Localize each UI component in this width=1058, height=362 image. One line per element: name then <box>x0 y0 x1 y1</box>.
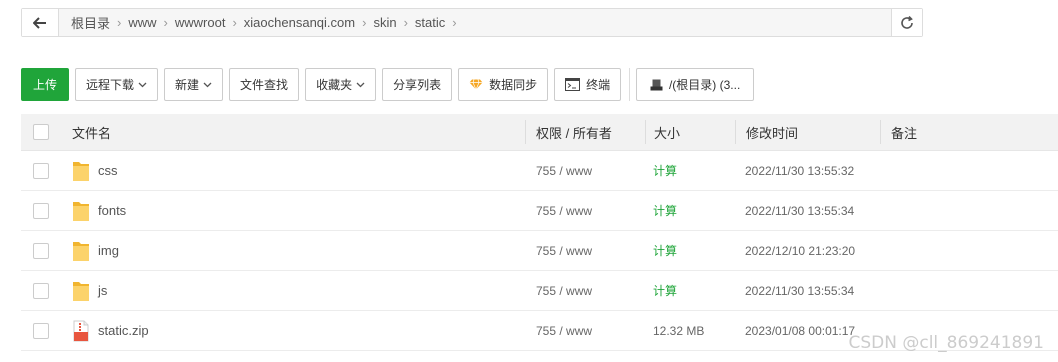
row-checkbox-cell <box>21 282 61 299</box>
disk-icon <box>650 79 663 91</box>
folder-icon <box>72 200 90 222</box>
header-perm[interactable]: 权限 / 所有者 <box>525 120 645 144</box>
row-checkbox[interactable] <box>33 282 49 299</box>
time-cell: 2022/11/30 13:55:34 <box>745 203 855 218</box>
row-checkbox[interactable] <box>33 322 49 339</box>
time-cell: 2022/11/30 13:55:32 <box>745 163 855 178</box>
row-checkbox-cell <box>21 202 61 219</box>
file-name[interactable]: js <box>98 283 107 298</box>
table-header: 文件名 权限 / 所有者 大小 修改时间 备注 <box>21 114 1058 151</box>
breadcrumb-item-root[interactable]: 根目录 <box>65 9 116 36</box>
time-cell: 2022/12/10 21:23:20 <box>745 243 856 258</box>
table-row[interactable]: fonts 755 / www 计算 2022/11/30 13:55:34 <box>21 191 1058 231</box>
table-row[interactable]: img 755 / www 计算 2022/12/10 21:23:20 <box>21 231 1058 271</box>
chevron-down-icon <box>356 82 365 88</box>
breadcrumb-item-www[interactable]: www <box>122 9 162 36</box>
diamond-icon <box>469 79 483 90</box>
chevron-right-icon: › <box>452 15 457 30</box>
calc-size-link[interactable]: 计算 <box>653 204 677 218</box>
row-checkbox[interactable] <box>33 202 49 219</box>
time-cell: 2022/11/30 13:55:34 <box>745 283 855 298</box>
perm-cell[interactable]: 755 / www <box>525 284 645 298</box>
folder-icon <box>72 240 90 262</box>
refresh-icon <box>901 15 913 29</box>
perm-cell[interactable]: 755 / www <box>525 164 645 178</box>
new-label: 新建 <box>175 78 200 92</box>
name-cell: fonts <box>61 200 525 222</box>
header-size[interactable]: 大小 <box>645 120 735 144</box>
toolbar-divider <box>629 68 631 101</box>
size-cell: 计算 <box>645 282 735 299</box>
perm-cell[interactable]: 755 / www <box>525 204 645 218</box>
name-cell: img <box>61 240 525 262</box>
row-checkbox-cell <box>21 242 61 259</box>
name-cell: css <box>61 160 525 182</box>
header-name[interactable]: 文件名 <box>61 123 525 142</box>
size-cell: 计算 <box>645 162 735 179</box>
table-row[interactable]: js 755 / www 计算 2022/11/30 13:55:34 <box>21 271 1058 311</box>
chevron-down-icon <box>203 82 212 88</box>
breadcrumb-item-site[interactable]: xiaochensanqi.com <box>238 9 361 36</box>
breadcrumb-item-static[interactable]: static <box>409 9 451 36</box>
terminal-icon <box>565 78 581 91</box>
favorites-button[interactable]: 收藏夹 <box>305 68 377 101</box>
path-bar: 根目录 › www › wwwroot › xiaochensanqi.com … <box>21 8 923 37</box>
file-table: 文件名 权限 / 所有者 大小 修改时间 备注 css 755 / www 计算… <box>21 114 1058 351</box>
toolbar: 上传 远程下载 新建 文件查找 收藏夹 分享列表 数据同步 终端 /(根目录) … <box>21 68 760 101</box>
file-name[interactable]: fonts <box>98 203 126 218</box>
table-row[interactable]: css 755 / www 计算 2022/11/30 13:55:32 <box>21 151 1058 191</box>
new-button[interactable]: 新建 <box>164 68 224 101</box>
share-list-button[interactable]: 分享列表 <box>382 68 453 101</box>
row-checkbox-cell <box>21 162 61 179</box>
remote-download-button[interactable]: 远程下载 <box>75 68 159 101</box>
zip-file-icon <box>72 320 90 342</box>
name-cell: js <box>61 280 525 302</box>
row-checkbox-cell <box>21 322 61 339</box>
calc-size-link[interactable]: 计算 <box>653 284 677 298</box>
row-checkbox[interactable] <box>33 242 49 259</box>
size-cell: 计算 <box>645 202 735 219</box>
watermark: CSDN @cll_869241891 <box>848 333 1044 353</box>
select-all-cell <box>21 124 61 140</box>
file-name[interactable]: css <box>98 163 118 178</box>
name-cell: static.zip <box>61 320 525 342</box>
file-name[interactable]: img <box>98 243 119 258</box>
breadcrumb-item-wwwroot[interactable]: wwwroot <box>169 9 232 36</box>
folder-icon <box>72 280 90 302</box>
row-checkbox[interactable] <box>33 162 49 179</box>
chevron-down-icon <box>138 82 147 88</box>
select-all-checkbox[interactable] <box>33 124 49 140</box>
file-name[interactable]: static.zip <box>98 323 149 338</box>
arrow-left-icon <box>33 16 46 29</box>
remote-download-label: 远程下载 <box>86 78 135 92</box>
calc-size-link[interactable]: 计算 <box>653 244 677 258</box>
terminal-button[interactable]: 终端 <box>554 68 622 101</box>
size-cell: 12.32 MB <box>653 323 705 338</box>
folder-icon <box>72 160 90 182</box>
upload-button[interactable]: 上传 <box>21 68 70 101</box>
header-time[interactable]: 修改时间 <box>735 120 880 144</box>
perm-cell[interactable]: 755 / www <box>525 244 645 258</box>
calc-size-link[interactable]: 计算 <box>653 164 677 178</box>
file-search-button[interactable]: 文件查找 <box>229 68 300 101</box>
perm-cell[interactable]: 755 / www <box>525 324 645 338</box>
size-cell: 计算 <box>645 242 735 259</box>
disk-label: /(根目录) (3... <box>668 78 741 92</box>
data-sync-button[interactable]: 数据同步 <box>458 68 549 101</box>
breadcrumb: 根目录 › www › wwwroot › xiaochensanqi.com … <box>59 9 891 36</box>
data-sync-label: 数据同步 <box>489 78 538 92</box>
favorites-label: 收藏夹 <box>316 78 353 92</box>
breadcrumb-item-skin[interactable]: skin <box>367 9 402 36</box>
refresh-button[interactable] <box>891 9 922 36</box>
back-button[interactable] <box>22 9 59 36</box>
header-note: 备注 <box>880 120 1058 144</box>
disk-button[interactable]: /(根目录) (3... <box>636 68 755 101</box>
terminal-label: 终端 <box>586 78 611 92</box>
